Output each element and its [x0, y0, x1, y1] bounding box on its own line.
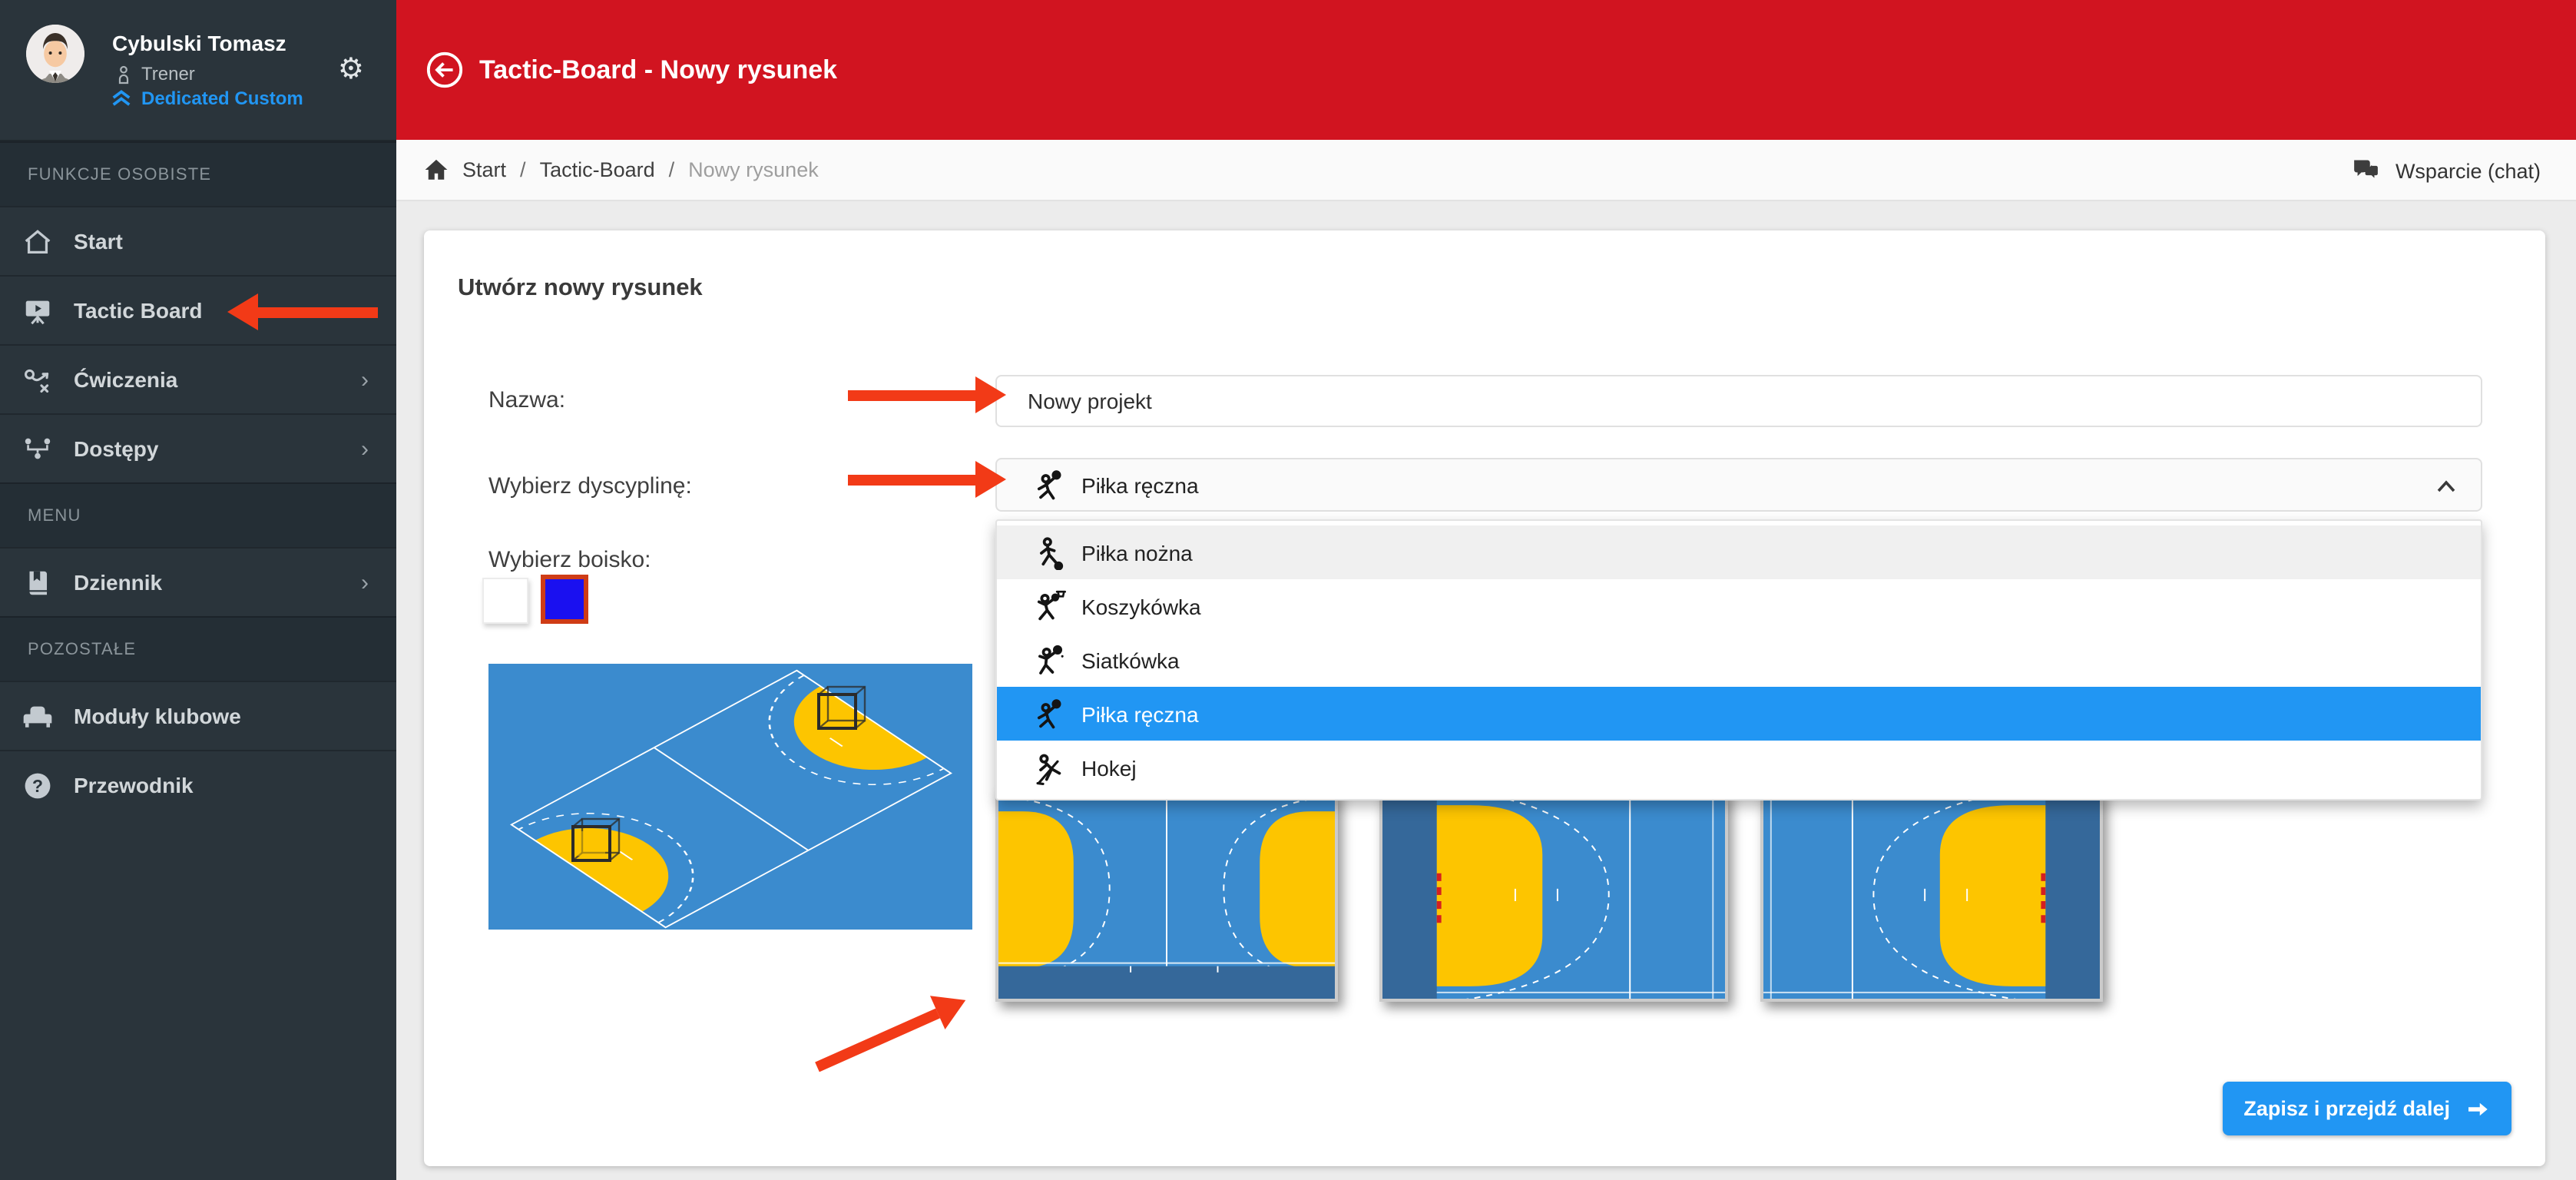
access-people-icon — [22, 433, 54, 465]
main-area: Tactic-Board - Nowy rysunek Start / Tact… — [396, 0, 2576, 1180]
sidebar-item-moduly-klubowe[interactable]: Moduły klubowe — [0, 681, 396, 750]
chevron-right-icon: › — [361, 569, 369, 595]
sidebar-item-label: Dziennik — [74, 570, 162, 595]
home-icon — [22, 225, 54, 257]
chevron-up-icon — [2436, 479, 2456, 493]
user-name: Cybulski Tomasz — [112, 31, 286, 55]
sidebar-item-label: Moduły klubowe — [74, 704, 241, 728]
save-button-label: Zapisz i przejdź dalej — [2243, 1097, 2450, 1120]
home-icon[interactable] — [424, 158, 449, 181]
option-label: Koszykówka — [1081, 594, 1201, 618]
arrow-right-icon — [2465, 1099, 2490, 1118]
book-icon — [22, 566, 54, 598]
pitch-color-white-swatch[interactable] — [482, 578, 528, 624]
discipline-select[interactable]: Piłka ręczna — [995, 458, 2482, 512]
breadcrumb-tactic-board[interactable]: Tactic-Board — [540, 158, 655, 181]
option-pilka-nozna[interactable]: Piłka nożna — [997, 525, 2481, 579]
annotation-arrow-thumbnails — [815, 1009, 940, 1072]
volleyball-icon — [1032, 643, 1066, 677]
pitch-color-blue-swatch[interactable] — [541, 575, 588, 624]
sidebar-item-cwiczenia[interactable]: Ćwiczenia › — [0, 344, 396, 413]
chat-icon — [2353, 158, 2382, 183]
option-label: Piłka nożna — [1081, 540, 1193, 565]
discipline-label: Wybierz dyscyplinę: — [488, 473, 692, 499]
discipline-options-panel: Piłka nożna Koszykówka Siatkówka — [995, 519, 2482, 800]
create-drawing-card: Utwórz nowy rysunek Nazwa: Wybierz dyscy… — [424, 230, 2545, 1166]
name-label: Nazwa: — [488, 387, 565, 413]
breadcrumb-start[interactable]: Start — [462, 158, 506, 181]
option-koszykowka[interactable]: Koszykówka — [997, 579, 2481, 633]
option-label: Hokej — [1081, 755, 1137, 780]
save-and-continue-button[interactable]: Zapisz i przejdź dalej — [2222, 1082, 2511, 1135]
help-circle-icon: ? — [22, 769, 54, 801]
name-input[interactable] — [995, 375, 2482, 427]
handball-icon — [1032, 697, 1066, 731]
user-avatar[interactable] — [26, 25, 84, 83]
chevron-right-icon: › — [361, 436, 369, 462]
avatar-image — [26, 25, 84, 83]
gear-icon[interactable]: ⚙ — [338, 55, 364, 85]
drills-icon — [22, 363, 54, 396]
discipline-selected-value: Piłka ręczna — [1081, 472, 1199, 497]
breadcrumb-separator: / — [520, 158, 526, 181]
pitch-thumbnail-full-court[interactable] — [995, 790, 1338, 1002]
sidebar-section-pozostale: POZOSTAŁE — [0, 616, 396, 681]
page-title: Tactic-Board - Nowy rysunek — [479, 55, 837, 85]
hockey-icon — [1032, 751, 1066, 784]
user-role-row: Trener — [115, 63, 195, 85]
tactic-board-icon — [22, 294, 54, 326]
svg-text:?: ? — [32, 775, 43, 795]
app-header: Tactic-Board - Nowy rysunek — [396, 0, 2576, 140]
card-heading: Utwórz nowy rysunek — [458, 275, 703, 303]
armchair-icon — [22, 700, 54, 732]
sidebar-item-label: Ćwiczenia — [74, 367, 177, 392]
sidebar-item-label: Start — [74, 229, 123, 254]
option-hokej[interactable]: Hokej — [997, 741, 2481, 794]
sidebar-item-label: Przewodnik — [74, 773, 194, 797]
user-plan-row[interactable]: Dedicated Custom — [111, 88, 303, 109]
sidebar-section-funkcje: FUNKCJE OSOBISTE — [0, 141, 396, 206]
support-chat-link[interactable]: Wsparcie (chat) — [2353, 140, 2541, 201]
option-pilka-reczna[interactable]: Piłka ręczna — [997, 687, 2481, 741]
handball-icon — [1032, 468, 1066, 502]
annotation-arrow-name — [848, 390, 975, 401]
annotation-arrow-tactic-board — [258, 307, 378, 318]
pitch-label: Wybierz boisko: — [488, 547, 651, 573]
sidebar: Cybulski Tomasz Trener Dedicated Custom … — [0, 0, 396, 1180]
sidebar-item-przewodnik[interactable]: ? Przewodnik — [0, 750, 396, 819]
chevron-right-icon: › — [361, 366, 369, 393]
user-plan: Dedicated Custom — [141, 88, 303, 109]
court-preview-image — [488, 664, 972, 930]
breadcrumb: Start / Tactic-Board / Nowy rysunek Wspa… — [396, 140, 2576, 201]
annotation-arrow-discipline — [848, 475, 975, 486]
sidebar-item-label: Tactic Board — [74, 298, 203, 323]
person-icon — [115, 64, 132, 84]
football-icon — [1032, 535, 1066, 569]
sidebar-item-dostepy[interactable]: Dostępy › — [0, 413, 396, 482]
sidebar-item-dziennik[interactable]: Dziennik › — [0, 547, 396, 616]
back-icon[interactable] — [425, 51, 464, 89]
sidebar-item-start[interactable]: Start — [0, 206, 396, 275]
option-label: Piłka ręczna — [1081, 701, 1199, 726]
option-label: Siatkówka — [1081, 648, 1180, 672]
basketball-icon — [1032, 589, 1066, 623]
user-role: Trener — [141, 63, 195, 85]
support-chat-label: Wsparcie (chat) — [2396, 159, 2541, 182]
user-panel: Cybulski Tomasz Trener Dedicated Custom … — [0, 0, 396, 141]
double-chevron-up-icon — [111, 89, 132, 108]
pitch-thumbnail-right-half[interactable] — [1760, 790, 2103, 1002]
breadcrumb-separator: / — [669, 158, 675, 181]
breadcrumb-current: Nowy rysunek — [688, 158, 819, 181]
app-window: Cybulski Tomasz Trener Dedicated Custom … — [0, 0, 2576, 1180]
pitch-thumbnail-left-half[interactable] — [1379, 790, 1728, 1002]
option-siatkowka[interactable]: Siatkówka — [997, 633, 2481, 687]
sidebar-section-menu: MENU — [0, 482, 396, 547]
sidebar-item-label: Dostępy — [74, 436, 158, 461]
